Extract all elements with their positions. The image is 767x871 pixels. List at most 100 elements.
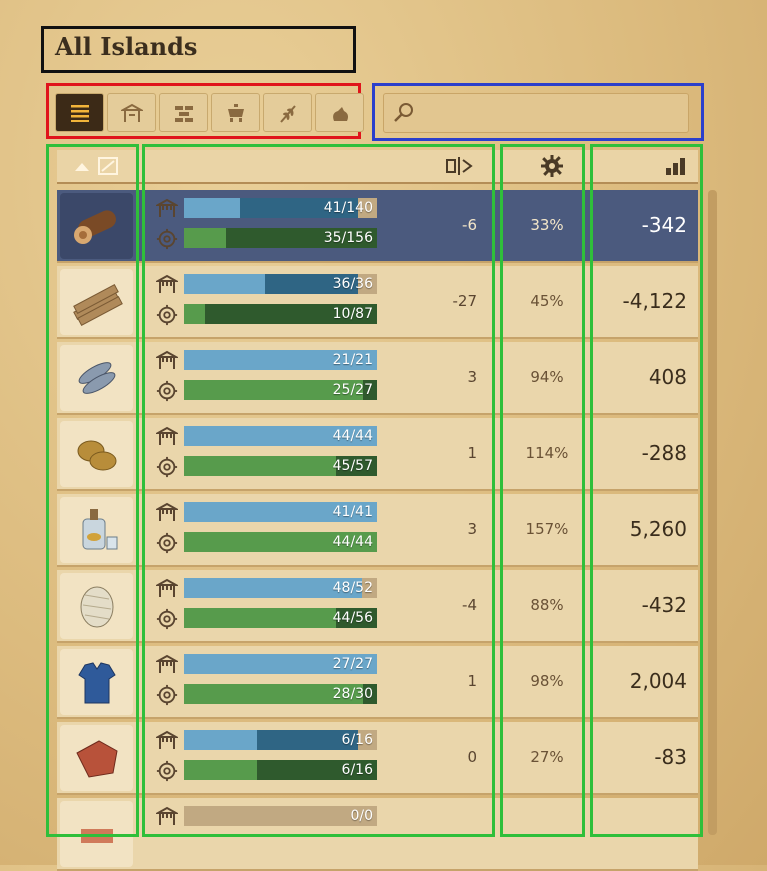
- scale-balance-icon: [446, 157, 473, 175]
- change-value: -4: [462, 596, 477, 614]
- wheat-icon: [279, 104, 296, 123]
- search-input[interactable]: [383, 93, 689, 133]
- sort-ascending-icon: [75, 163, 89, 171]
- potatoes-icon: [60, 421, 133, 487]
- table-row[interactable]: 6/16 6/16 0 27% -83: [57, 722, 698, 795]
- table-row[interactable]: 44/44 45/57 1 114% -288: [57, 418, 698, 491]
- balance-value: 5,260: [629, 517, 687, 541]
- market-bar: 6/16: [184, 730, 377, 750]
- change-header[interactable]: [439, 154, 479, 178]
- table-row[interactable]: 48/52 44/56 -4 88% -432: [57, 570, 698, 643]
- market-bar: 41/41: [184, 502, 377, 522]
- goods-category-icon: [98, 157, 118, 175]
- market-stall-icon: [154, 198, 180, 218]
- change-value: 1: [467, 672, 477, 690]
- balance-header[interactable]: [657, 154, 693, 178]
- filter-market-button[interactable]: [107, 93, 156, 132]
- production-gear-icon: [156, 760, 178, 782]
- scrollbar[interactable]: [708, 190, 717, 835]
- gear-icon: [541, 155, 563, 177]
- market-stall-icon: [154, 502, 180, 522]
- table-row[interactable]: 41/140 35/156 -6 33% -342: [57, 190, 698, 263]
- production-gear-icon: [156, 380, 178, 402]
- market-bar: 41/140: [184, 198, 377, 218]
- market-bar-label: 41/140: [323, 200, 373, 216]
- sort-header-button[interactable]: [65, 154, 127, 178]
- balance-value: -342: [641, 213, 687, 237]
- market-bar-label: 27/27: [332, 656, 373, 672]
- wood-logs-icon: [60, 193, 133, 259]
- market-bar-label: 6/16: [341, 732, 373, 748]
- table-row[interactable]: 0/0: [57, 798, 698, 871]
- market-bar: 44/44: [184, 426, 377, 446]
- market-stall-icon: [154, 274, 180, 294]
- change-value: 0: [467, 748, 477, 766]
- balance-value: [597, 798, 687, 869]
- filter-agriculture-button[interactable]: [263, 93, 312, 132]
- filter-food-button[interactable]: [211, 93, 260, 132]
- change-value: -6: [462, 216, 477, 234]
- production-bar-label: 6/16: [341, 762, 373, 778]
- fish-icon: [60, 345, 133, 411]
- table-row[interactable]: 21/21 25/27 3 94% 408: [57, 342, 698, 415]
- planks-icon: [60, 269, 133, 335]
- bricks-icon: [174, 105, 193, 122]
- production-bar: 28/30: [184, 684, 377, 704]
- production-gear-icon: [156, 684, 178, 706]
- productivity-value: 33%: [530, 216, 564, 234]
- productivity-header[interactable]: [532, 154, 572, 178]
- market-stall-icon: [154, 350, 180, 370]
- productivity-value: 94%: [530, 368, 564, 386]
- production-bar: 44/44: [184, 532, 377, 552]
- production-gear-icon: [156, 608, 178, 630]
- production-bar: 45/57: [184, 456, 377, 476]
- balance-value: 2,004: [629, 669, 687, 693]
- market-bar: 27/27: [184, 654, 377, 674]
- market-stall-icon: [154, 654, 180, 674]
- productivity-value: 157%: [525, 520, 569, 538]
- table-row[interactable]: 36/36 10/87 -27 45% -4,122: [57, 266, 698, 339]
- productivity-value: 27%: [530, 748, 564, 766]
- change-value: 3: [467, 368, 477, 386]
- filter-luxury-button[interactable]: [315, 93, 364, 132]
- change-value: [397, 798, 477, 869]
- productivity-value: 98%: [530, 672, 564, 690]
- production-gear-icon: [156, 532, 178, 554]
- market-bar-label: 21/21: [332, 352, 373, 368]
- market-stall-icon: [154, 806, 180, 826]
- productivity-value: 45%: [530, 292, 564, 310]
- production-bar-label: 45/57: [332, 458, 373, 474]
- page-title: All Islands: [55, 32, 198, 61]
- bricks-good-icon: [60, 801, 133, 867]
- filter-all-button[interactable]: [55, 93, 104, 132]
- table-header: [57, 150, 698, 184]
- market-stall-icon: [154, 730, 180, 750]
- balance-value: 408: [648, 365, 687, 389]
- balance-value: -288: [641, 441, 687, 465]
- filter-construction-button[interactable]: [159, 93, 208, 132]
- balance-value: -4,122: [622, 289, 687, 313]
- production-bar: 44/56: [184, 608, 377, 628]
- market-bar-label: 36/36: [332, 276, 373, 292]
- table-row[interactable]: 27/27 28/30 1 98% 2,004: [57, 646, 698, 719]
- production-bar: 6/16: [184, 760, 377, 780]
- market-bar-label: 44/44: [332, 428, 373, 444]
- market-bar-label: 41/41: [332, 504, 373, 520]
- wool-icon: [60, 573, 133, 639]
- market-bar: 0/0: [184, 806, 377, 826]
- production-gear-icon: [156, 304, 178, 326]
- production-bar-label: 35/156: [323, 230, 373, 246]
- production-gear-icon: [156, 456, 178, 478]
- market-bar: 21/21: [184, 350, 377, 370]
- market-bar-label: 48/52: [332, 580, 373, 596]
- table-row[interactable]: 41/41 44/44 3 157% 5,260: [57, 494, 698, 567]
- schnapps-icon: [60, 497, 133, 563]
- change-value: 1: [467, 444, 477, 462]
- productivity-value: 88%: [530, 596, 564, 614]
- market-bar: 48/52: [184, 578, 377, 598]
- production-bar-label: 28/30: [332, 686, 373, 702]
- production-bar-label: 10/87: [332, 306, 373, 322]
- productivity-value: [507, 798, 587, 869]
- productivity-value: 114%: [525, 444, 569, 462]
- balance-value: -432: [641, 593, 687, 617]
